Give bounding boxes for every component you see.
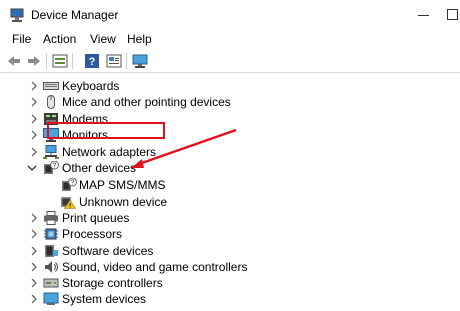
maximize-button[interactable] xyxy=(438,0,460,30)
tree-item-software-devices[interactable]: Software devices xyxy=(0,243,460,259)
toolbar: ? xyxy=(0,50,460,73)
tree-item-label: Processors xyxy=(62,227,123,241)
tree-item-mice[interactable]: Mice and other pointing devices xyxy=(0,94,460,110)
tree-item-label: Other devices xyxy=(62,161,137,175)
printer-icon xyxy=(43,211,59,225)
menu-file[interactable]: File xyxy=(12,32,31,46)
tree-item-keyboards[interactable]: Keyboards xyxy=(0,78,460,94)
tree-item-storage-controllers[interactable]: Storage controllers xyxy=(0,275,460,291)
forward-icon[interactable] xyxy=(26,53,42,69)
back-icon[interactable] xyxy=(6,53,22,69)
properties-icon[interactable] xyxy=(52,53,68,69)
window-title: Device Manager xyxy=(31,8,119,22)
processor-icon xyxy=(43,227,59,241)
tree-item-label: Storage controllers xyxy=(62,276,163,290)
toolbar-separator xyxy=(46,53,47,69)
monitor-icon[interactable] xyxy=(132,53,148,69)
tree-item-sound-video-game[interactable]: Sound, video and game controllers xyxy=(0,259,460,275)
system-icon xyxy=(43,292,59,306)
network-icon xyxy=(43,145,59,159)
device-tree: Keyboards Mice and other pointing device… xyxy=(0,73,460,311)
toolbar-separator xyxy=(126,53,127,69)
unknown-device-icon: ? xyxy=(61,177,77,192)
highlight-box-unknown-device xyxy=(47,122,165,139)
tree-item-map-sms-mms[interactable]: ? MAP SMS/MMS xyxy=(0,177,460,193)
tree-item-processors[interactable]: Processors xyxy=(0,226,460,242)
tree-item-label: Unknown device xyxy=(79,195,168,209)
chevron-right-icon[interactable] xyxy=(28,259,40,275)
chevron-right-icon[interactable] xyxy=(28,226,40,242)
toolbar-separator xyxy=(72,53,73,69)
unknown-category-icon: ? xyxy=(43,160,59,175)
tree-item-label: System devices xyxy=(62,292,147,306)
chevron-right-icon[interactable] xyxy=(28,291,40,307)
tree-item-label: Software devices xyxy=(62,244,154,258)
chevron-right-icon[interactable] xyxy=(28,144,40,160)
help-icon[interactable]: ? xyxy=(84,53,100,69)
chevron-right-icon[interactable] xyxy=(28,111,40,127)
svg-text:?: ? xyxy=(71,180,75,187)
minimize-button[interactable] xyxy=(408,0,438,30)
sound-icon xyxy=(43,260,59,274)
tree-item-label: MAP SMS/MMS xyxy=(79,178,166,192)
view-icon[interactable] xyxy=(106,53,122,69)
tree-item-label: Network adapters xyxy=(62,145,157,159)
tree-item-system-devices[interactable]: System devices xyxy=(0,291,460,307)
chevron-right-icon[interactable] xyxy=(28,94,40,110)
tree-item-label: Print queues xyxy=(62,211,130,225)
tree-item-network-adapters[interactable]: Network adapters xyxy=(0,144,460,160)
tree-item-label: Keyboards xyxy=(62,79,120,93)
software-icon xyxy=(43,244,59,258)
tree-item-other-devices[interactable]: ? Other devices xyxy=(0,160,460,176)
menu-help[interactable]: Help xyxy=(127,32,152,46)
chevron-right-icon[interactable] xyxy=(28,127,40,143)
menu-action[interactable]: Action xyxy=(43,32,76,46)
chevron-right-icon[interactable] xyxy=(28,210,40,226)
chevron-right-icon[interactable] xyxy=(28,243,40,259)
menu-bar: File Action View Help xyxy=(0,31,460,49)
chevron-right-icon[interactable] xyxy=(28,275,40,291)
tree-item-print-queues[interactable]: Print queues xyxy=(0,210,460,226)
svg-text:?: ? xyxy=(53,163,57,170)
title-bar: Device Manager xyxy=(0,0,460,30)
mouse-icon xyxy=(43,95,59,109)
svg-text:?: ? xyxy=(89,56,96,68)
warning-device-icon xyxy=(60,195,77,209)
chevron-down-icon[interactable] xyxy=(26,160,38,176)
tree-item-label: Mice and other pointing devices xyxy=(62,95,231,109)
tree-item-unknown-device[interactable]: Unknown device xyxy=(0,194,460,210)
chevron-right-icon[interactable] xyxy=(28,78,40,94)
tree-item-label: Sound, video and game controllers xyxy=(62,260,248,274)
keyboard-icon xyxy=(43,79,59,93)
storage-icon xyxy=(43,276,59,290)
device-manager-app-icon xyxy=(9,7,26,23)
menu-view[interactable]: View xyxy=(90,32,116,46)
